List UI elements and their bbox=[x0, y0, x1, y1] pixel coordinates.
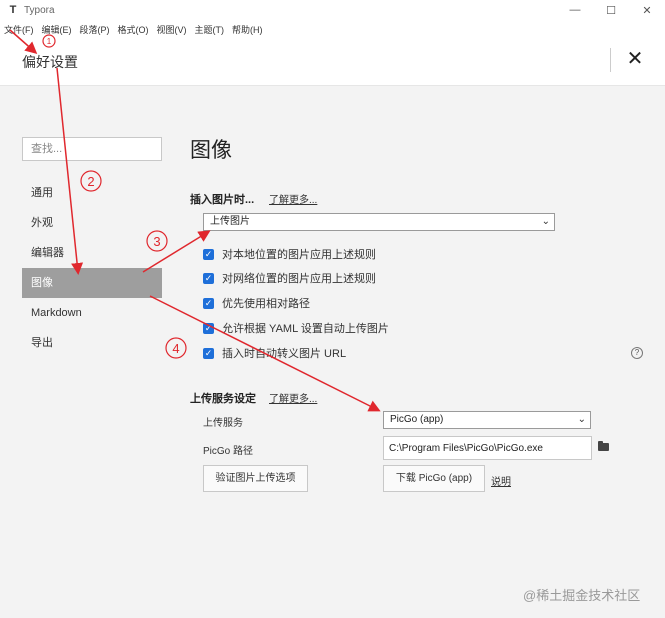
marker-1: 1 bbox=[47, 37, 52, 46]
annotation-arrow-2 bbox=[56, 67, 84, 275]
marker-2: 2 bbox=[87, 174, 94, 189]
annotation-arrow-1 bbox=[9, 29, 38, 54]
annotation-overlay: 1 2 3 4 bbox=[9, 29, 381, 412]
marker-4: 4 bbox=[172, 341, 179, 356]
marker-3: 3 bbox=[153, 234, 160, 249]
